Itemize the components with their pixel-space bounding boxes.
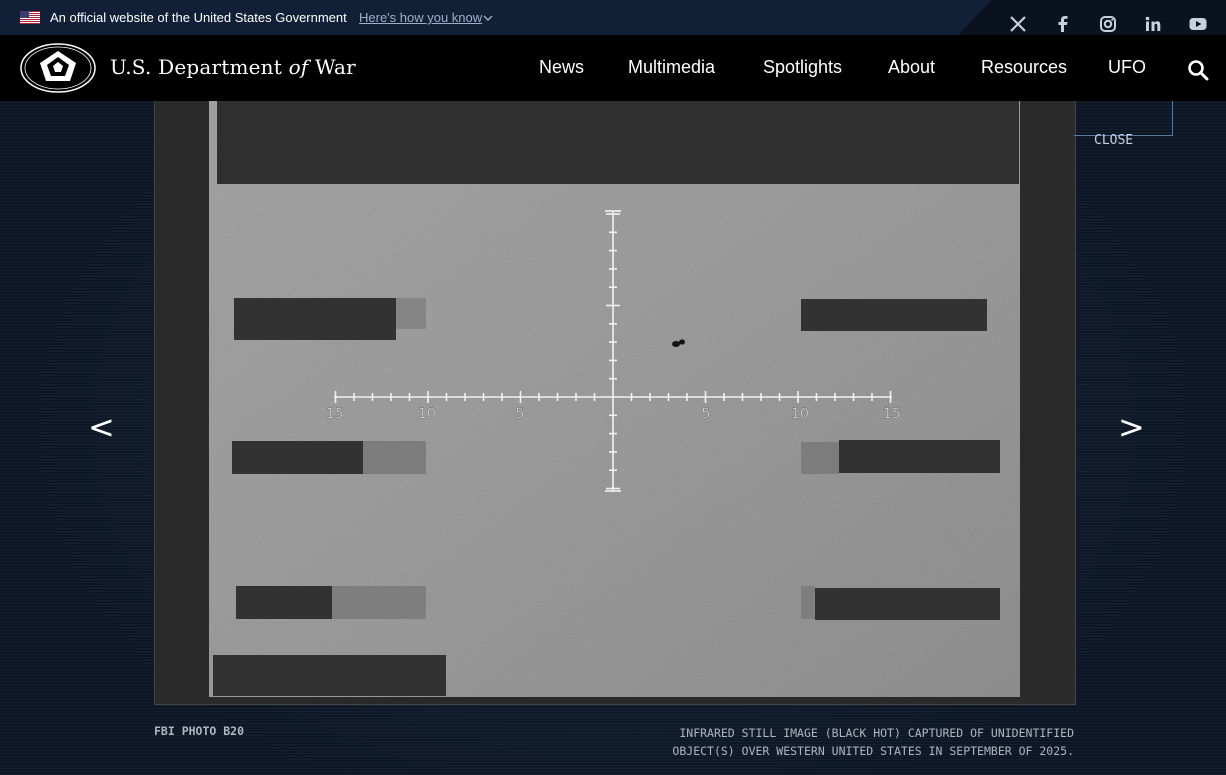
facebook-icon[interactable] bbox=[1054, 15, 1072, 33]
heres-how-you-know-link[interactable]: Here's how you know bbox=[359, 10, 482, 25]
nav-news[interactable]: News bbox=[539, 57, 584, 78]
us-flag-icon bbox=[20, 11, 40, 24]
nav-about[interactable]: About bbox=[888, 57, 935, 78]
right-bar-3 bbox=[815, 588, 1000, 620]
department-seal-logo[interactable] bbox=[20, 43, 96, 93]
close-button[interactable]: CLOSE bbox=[1094, 133, 1133, 148]
left-bar-3 bbox=[236, 586, 332, 619]
infrared-still-image: 15 10 5 5 10 15 bbox=[155, 101, 1073, 703]
left-bar-4 bbox=[213, 655, 446, 696]
top-occlusion-band bbox=[217, 101, 1019, 184]
reticle-label-left-5: 5 bbox=[516, 406, 525, 422]
photo-description: INFRARED STILL IMAGE (BLACK HOT) CAPTURE… bbox=[600, 724, 1074, 760]
instagram-icon[interactable] bbox=[1099, 15, 1117, 33]
photo-credit: FBI PHOTO B20 bbox=[154, 724, 245, 738]
site-title-prefix: U.S. Department bbox=[110, 55, 282, 79]
x-icon[interactable] bbox=[1009, 15, 1027, 33]
nav-multimedia[interactable]: Multimedia bbox=[628, 57, 715, 78]
main-header: U.S. Department of War News Multimedia S… bbox=[0, 35, 1226, 101]
nav-spotlights[interactable]: Spotlights bbox=[763, 57, 842, 78]
site-title-suffix: War bbox=[314, 55, 356, 79]
social-bar bbox=[958, 0, 1226, 35]
photo-description-line-1: INFRARED STILL IMAGE (BLACK HOT) CAPTURE… bbox=[679, 726, 1074, 740]
right-bar-1 bbox=[801, 299, 987, 331]
nav-ufo[interactable]: UFO bbox=[1108, 57, 1146, 78]
next-image-button[interactable]: > bbox=[1118, 408, 1145, 446]
reticle-label-right-5: 5 bbox=[702, 406, 711, 422]
photo-description-line-2: OBJECT(S) OVER WESTERN UNITED STATES IN … bbox=[672, 744, 1074, 758]
reticle-label-left-15: 15 bbox=[326, 406, 344, 422]
left-bar-1 bbox=[234, 298, 396, 340]
gov-banner: An official website of the United States… bbox=[0, 0, 1226, 35]
nav-resources[interactable]: Resources bbox=[981, 57, 1067, 78]
left-bar-2 bbox=[232, 441, 363, 474]
reticle-label-left-10: 10 bbox=[418, 406, 436, 422]
chevron-down-icon[interactable] bbox=[483, 13, 493, 23]
previous-image-button[interactable]: < bbox=[88, 408, 115, 446]
search-icon[interactable] bbox=[1187, 59, 1209, 81]
site-title-of: of bbox=[288, 55, 309, 79]
site-title[interactable]: U.S. Department of War bbox=[110, 55, 356, 79]
close-box-frame bbox=[1074, 101, 1173, 136]
youtube-icon[interactable] bbox=[1189, 15, 1207, 33]
image-viewer: 15 10 5 5 10 15 bbox=[154, 101, 1076, 705]
gov-banner-text: An official website of the United States… bbox=[50, 10, 347, 25]
reticle-label-right-10: 10 bbox=[791, 406, 809, 422]
reticle-label-right-15: 15 bbox=[883, 406, 901, 422]
right-bar-2 bbox=[839, 440, 1000, 473]
linkedin-icon[interactable] bbox=[1144, 15, 1162, 33]
